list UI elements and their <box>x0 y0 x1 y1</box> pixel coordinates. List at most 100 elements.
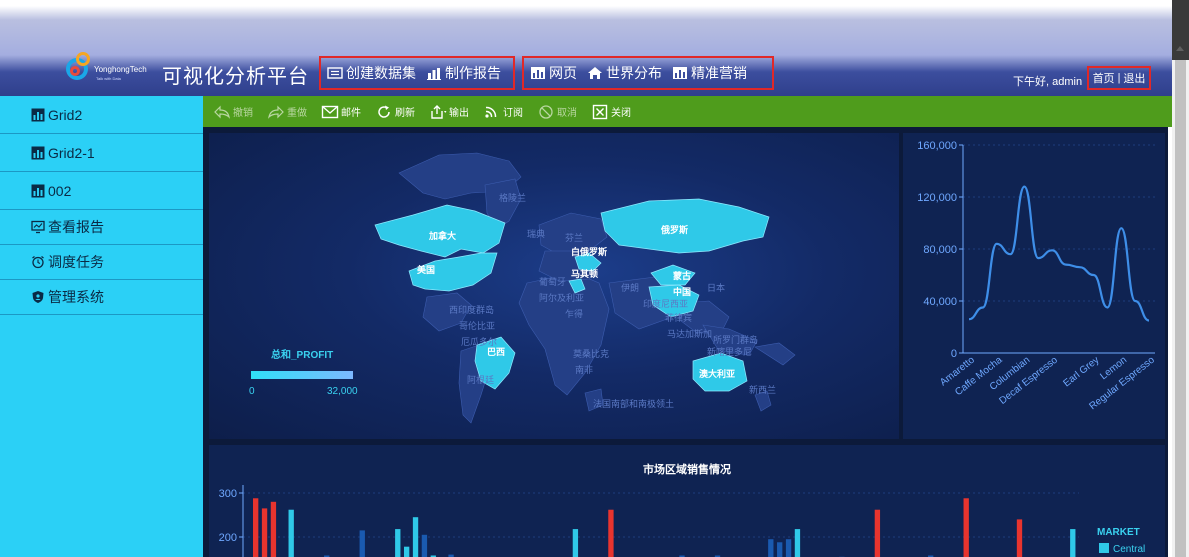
bar-legend-title: MARKET <box>1097 527 1140 538</box>
sidebar-item-admin[interactable]: 管理系统 <box>0 280 203 315</box>
page-scrollbar[interactable] <box>1172 0 1189 557</box>
map-label-mongolia: 蒙古 <box>673 270 691 281</box>
undo-icon <box>213 104 231 120</box>
nav-world-distribution-label: 世界分布 <box>606 65 662 81</box>
chart-icon <box>31 146 45 160</box>
dataset-icon <box>327 66 343 80</box>
map-label-mozambique: 莫桑比克 <box>573 348 609 359</box>
undo-button[interactable]: 撤销 <box>213 104 253 120</box>
bar-mark <box>359 530 365 557</box>
home-link[interactable]: 首页 <box>1093 70 1115 86</box>
sidebar-item-002[interactable]: 002 <box>0 172 203 210</box>
bar-mark <box>1016 519 1023 557</box>
map-label-algeria: 阿尔及利亚 <box>539 292 584 303</box>
sidebar-item-grid2-1[interactable]: Grid2-1 <box>0 134 203 172</box>
mail-button[interactable]: 邮件 <box>321 104 361 120</box>
nav-precision-marketing[interactable]: 精准营销 <box>672 63 747 83</box>
sidebar-item-view-reports[interactable]: 查看报告 <box>0 210 203 245</box>
report-nav-group: 网页 世界分布 精准营销 <box>522 56 774 90</box>
logout-link[interactable]: 退出 <box>1123 70 1145 86</box>
scroll-up-arrow-icon[interactable] <box>1176 46 1184 51</box>
cancel-button[interactable]: 取消 <box>537 104 577 120</box>
line-y-tick-label: 80,000 <box>923 244 957 256</box>
sidebar-item-label: Grid2-1 <box>48 144 95 161</box>
bar-legend-item[interactable]: Central <box>1113 544 1145 555</box>
bar-mark <box>395 529 401 557</box>
bar-mark <box>777 542 783 557</box>
create-report-label: 制作报告 <box>445 65 501 81</box>
app-window: YonghongTech Talk with Data 可视化分析平台 创建数据… <box>0 0 1189 557</box>
subscribe-label: 订阅 <box>503 108 523 119</box>
bar-mark <box>963 498 969 557</box>
sidebar-item-grid2[interactable]: Grid2 <box>0 96 203 134</box>
close-button[interactable]: 关闭 <box>591 104 631 120</box>
alarm-clock-icon <box>31 255 45 269</box>
brand-name: YonghongTech <box>94 65 147 74</box>
map-label-portugal: 葡萄牙 <box>539 276 566 287</box>
report-toolbar: 撤销 重做 邮件 刷新 输出 订阅 取消 关闭 <box>203 96 1172 127</box>
close-icon <box>591 104 609 120</box>
close-label: 关闭 <box>611 108 631 119</box>
map-legend-bar <box>251 371 353 379</box>
map-label-madagascar: 马达加斯加 <box>667 328 712 339</box>
bar-mark <box>874 509 881 557</box>
sidebar: Grid2 Grid2-1 002 查看报告 调度任务 管理系统 <box>0 96 203 557</box>
user-links-group: 首页 | 退出 <box>1087 66 1151 90</box>
bar-mark <box>608 509 614 557</box>
map-label-new-caledonia: 新喀里多尼 <box>707 346 752 357</box>
report-icon <box>426 66 442 80</box>
map-label-chad: 乍得 <box>565 308 583 319</box>
sidebar-item-label: 002 <box>48 182 72 199</box>
map-legend-max: 32,000 <box>327 386 358 397</box>
rss-icon <box>483 104 501 120</box>
map-label-belarus: 白俄罗斯 <box>571 246 607 257</box>
map-label-colombia: 哥伦比亚 <box>459 320 495 331</box>
bar-chart: 市场区域销售情况 200 300 MARKET Central <box>219 462 1145 557</box>
refresh-button[interactable]: 刷新 <box>375 104 415 120</box>
line-x-tick-label: Earl Grey <box>1061 355 1101 390</box>
export-label: 输出 <box>449 108 469 119</box>
chart-icon <box>530 66 546 80</box>
line-y-tick-label: 40,000 <box>923 296 957 308</box>
line-y-tick-label: 0 <box>951 348 957 360</box>
refresh-label: 刷新 <box>395 108 415 119</box>
create-dataset-button[interactable]: 创建数据集 <box>327 63 416 83</box>
bar-mark <box>261 508 268 557</box>
map-label-china: 中国 <box>673 286 691 297</box>
redo-icon <box>267 104 285 120</box>
nav-webpage[interactable]: 网页 <box>530 63 577 83</box>
dashboard-canvas: 加拿大 美国 俄罗斯 白俄罗斯 马其顿 蒙古 中国 巴西 澳大利亚 格陵兰 瑞典… <box>203 127 1168 557</box>
map-label-sweden: 瑞典 <box>527 228 545 239</box>
chart-icon <box>672 66 688 80</box>
subscribe-button[interactable]: 订阅 <box>483 104 523 120</box>
map-label-argentina: 阿根廷 <box>467 374 494 385</box>
mail-label: 邮件 <box>341 108 361 119</box>
map-label-iran: 伊朗 <box>621 282 639 293</box>
chart-icon <box>31 108 45 122</box>
chart-icon <box>31 184 45 198</box>
bar-mark <box>794 529 801 557</box>
bar-mark <box>412 517 419 557</box>
bar-mark <box>421 534 428 557</box>
sidebar-item-scheduled-tasks[interactable]: 调度任务 <box>0 245 203 280</box>
brand-logo[interactable]: YonghongTech Talk with Data <box>64 52 154 88</box>
refresh-icon <box>375 104 393 120</box>
sidebar-item-label: 调度任务 <box>48 254 104 270</box>
cancel-label: 取消 <box>557 108 577 119</box>
export-button[interactable]: 输出 <box>429 104 469 120</box>
scrollbar-thumb[interactable] <box>1175 60 1186 557</box>
map-label-antarctic: 法国南部和南极领土 <box>593 398 674 409</box>
nav-world-distribution[interactable]: 世界分布 <box>587 63 662 83</box>
map-label-greenland: 格陵兰 <box>499 192 526 203</box>
redo-button[interactable]: 重做 <box>267 104 307 120</box>
map-legend-title: 总和_PROFIT <box>271 348 333 361</box>
bar-mark <box>403 546 410 557</box>
map-label-macedonia: 马其顿 <box>571 268 598 279</box>
nav-precision-marketing-label: 精准营销 <box>691 65 747 81</box>
home-icon <box>587 66 603 80</box>
create-report-button[interactable]: 制作报告 <box>426 63 501 83</box>
map-label-finland: 芬兰 <box>565 232 583 243</box>
line-y-tick-label: 120,000 <box>917 192 957 204</box>
line-y-tick-label: 160,000 <box>917 140 957 152</box>
user-greeting: 下午好, admin <box>1013 76 1083 88</box>
